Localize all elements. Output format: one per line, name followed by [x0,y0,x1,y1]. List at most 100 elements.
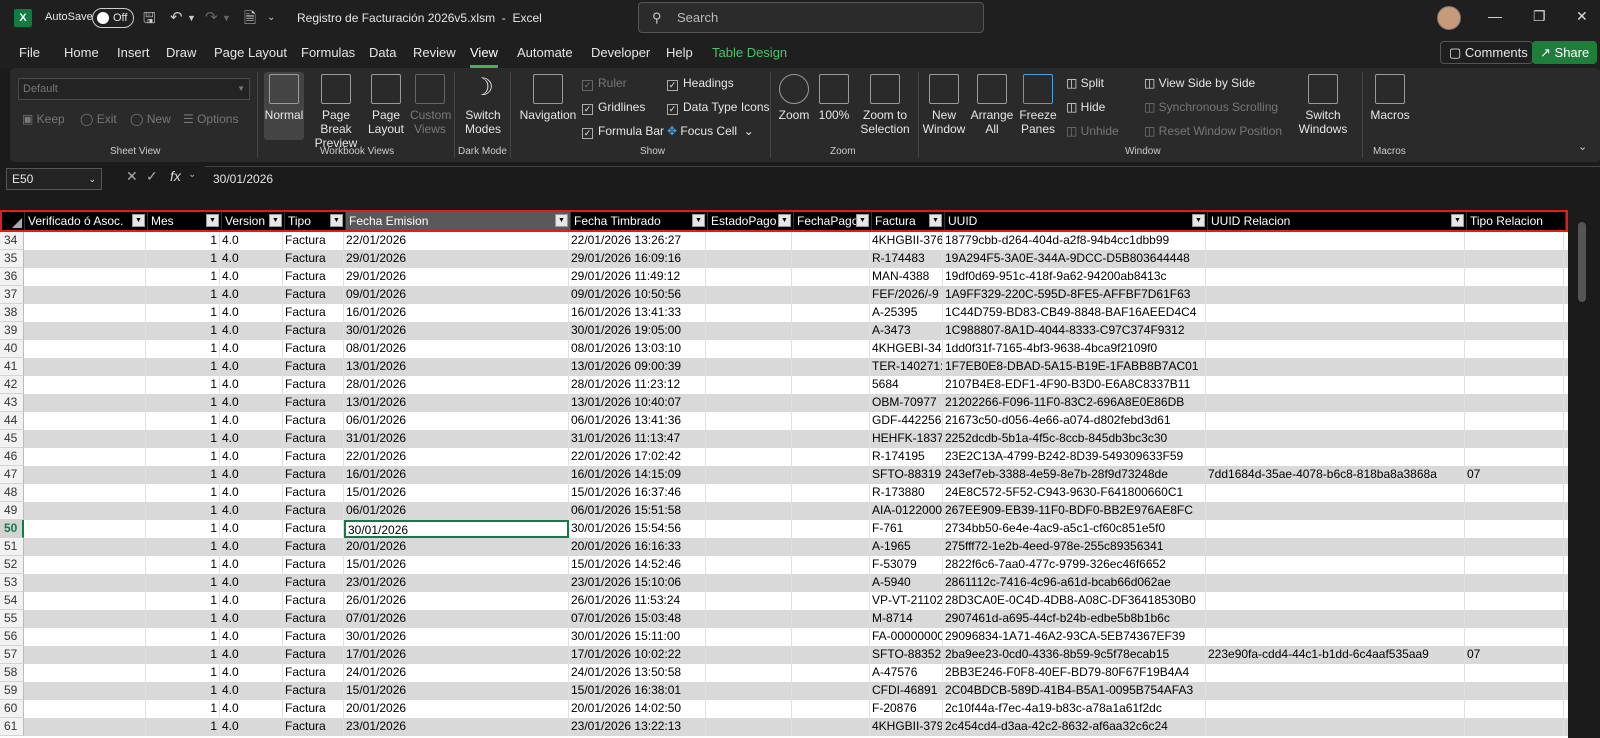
select-all-corner[interactable] [5,212,25,230]
tab-view[interactable]: View [470,45,498,68]
qat-customize-icon[interactable]: ⌄ [267,12,275,23]
table-cell[interactable]: CFDI-46891 [870,682,943,700]
table-cell[interactable] [23,304,146,322]
table-cell[interactable] [1206,592,1465,610]
row-number[interactable]: 60 [0,700,24,718]
table-cell[interactable]: SFTO-88352 [870,646,943,664]
table-cell[interactable]: 13/01/2026 09:00:39 [569,358,706,376]
table-cell[interactable]: 4KHGBII-379 [870,718,943,736]
macros-button[interactable]: Macros [1368,74,1412,122]
table-cell[interactable] [1206,574,1465,592]
table-cell[interactable]: 07/01/2026 [344,610,569,628]
table-cell[interactable]: 22/01/2026 [344,448,569,466]
table-cell[interactable] [1465,682,1564,700]
formula-bar-checkbox[interactable]: ✓ Formula Bar [582,124,664,139]
table-cell[interactable] [1465,502,1564,520]
table-cell[interactable]: 1 [146,664,220,682]
column-header[interactable]: Fecha Timbrado ▼ [571,212,708,230]
search-input[interactable]: ⚲ Search [638,2,984,33]
table-cell[interactable] [1465,448,1564,466]
table-cell[interactable] [1465,538,1564,556]
table-cell[interactable] [792,268,870,286]
row-number[interactable]: 47 [0,466,24,484]
unhide-button[interactable]: ◫ Unhide [1066,124,1119,138]
filter-dropdown-icon[interactable]: ▼ [692,214,705,227]
table-cell[interactable] [1465,484,1564,502]
table-cell[interactable]: 07 [1465,466,1564,484]
row-number[interactable]: 38 [0,304,24,322]
filter-dropdown-icon[interactable]: ▼ [929,214,942,227]
table-cell[interactable]: F-761 [870,520,943,538]
table-cell[interactable]: 4.0 [220,232,283,250]
table-cell[interactable]: 22/01/2026 [344,232,569,250]
table-cell[interactable]: 07/01/2026 15:03:48 [569,610,706,628]
collapse-ribbon-icon[interactable]: ⌄ [1578,140,1587,153]
table-cell[interactable] [23,520,146,538]
table-cell[interactable]: 22/01/2026 17:02:42 [569,448,706,466]
freeze-panes-button[interactable]: Freeze Panes [1016,74,1060,136]
restore-icon[interactable]: ❐ [1533,8,1546,25]
table-cell[interactable]: 4KHGEBI-34( [870,340,943,358]
table-cell[interactable] [706,700,792,718]
options-button[interactable]: ☰ Options [183,112,238,126]
row-number[interactable]: 42 [0,376,24,394]
table-cell[interactable]: 23/01/2026 15:10:06 [569,574,706,592]
table-cell[interactable]: 09/01/2026 [344,286,569,304]
table-cell[interactable] [1206,502,1465,520]
table-cell[interactable]: Factura [283,250,344,268]
table-cell[interactable]: 19df0d69-951c-418f-9a62-94200ab8413c [943,268,1206,286]
table-cell[interactable]: 1 [146,232,220,250]
table-cell[interactable]: 1 [146,520,220,538]
row-number[interactable]: 61 [0,718,24,736]
table-cell[interactable] [23,322,146,340]
row-number[interactable]: 57 [0,646,24,664]
table-cell[interactable] [23,682,146,700]
table-cell[interactable]: 4.0 [220,718,283,736]
share-button[interactable]: ↗ Share [1532,41,1597,64]
table-cell[interactable]: 06/01/2026 [344,502,569,520]
table-cell[interactable] [1206,376,1465,394]
table-cell[interactable] [23,394,146,412]
table-cell[interactable] [706,718,792,736]
close-icon[interactable]: ✕ [1576,8,1588,25]
table-cell[interactable]: 4.0 [220,610,283,628]
column-header[interactable]: FechaPago ▼ [794,212,872,230]
column-header[interactable]: EstadoPago ▼ [708,212,794,230]
table-cell[interactable]: Factura [283,484,344,502]
table-cell[interactable]: 30/01/2026 15:54:56 [569,520,706,538]
table-cell[interactable] [1465,520,1564,538]
table-cell[interactable] [23,466,146,484]
table-cell[interactable]: 4.0 [220,322,283,340]
table-cell[interactable]: 2907461d-a695-44cf-b24b-edbe5b8b1b6c [943,610,1206,628]
table-cell[interactable]: 30/01/2026 [344,628,569,646]
table-cell[interactable]: 1 [146,574,220,592]
table-cell[interactable] [23,592,146,610]
table-cell[interactable]: 23/01/2026 13:22:13 [569,718,706,736]
table-cell[interactable]: 29/01/2026 [344,268,569,286]
table-cell[interactable] [1465,610,1564,628]
tab-table-design[interactable]: Table Design [712,45,787,60]
table-cell[interactable] [1206,682,1465,700]
row-number[interactable]: 36 [0,268,24,286]
row-number[interactable]: 50 [0,520,24,538]
vertical-scrollbar[interactable] [1568,210,1600,738]
column-header[interactable]: Factura ▼ [872,212,945,230]
table-cell[interactable] [706,430,792,448]
table-cell[interactable] [792,412,870,430]
table-cell[interactable]: 31/01/2026 11:13:47 [569,430,706,448]
table-cell[interactable] [23,700,146,718]
table-cell[interactable]: 13/01/2026 10:40:07 [569,394,706,412]
cancel-icon[interactable]: ✕ [126,168,138,185]
row-number[interactable]: 46 [0,448,24,466]
enter-icon[interactable]: ✓ [146,168,158,185]
page-break-preview-button[interactable]: Page Break Preview [308,74,364,150]
tab-page-layout[interactable]: Page Layout [214,45,287,60]
table-cell[interactable]: R-174195 [870,448,943,466]
table-cell[interactable] [1206,286,1465,304]
table-cell[interactable]: FEF/2026/-9 [870,286,943,304]
table-cell[interactable] [792,232,870,250]
table-cell[interactable]: 2734bb50-6e4e-4ac9-a5c1-cf60c851e5f0 [943,520,1206,538]
table-cell[interactable] [1206,322,1465,340]
sheet-view-dropdown[interactable]: Default ▼ [18,78,250,100]
table-cell[interactable] [706,448,792,466]
